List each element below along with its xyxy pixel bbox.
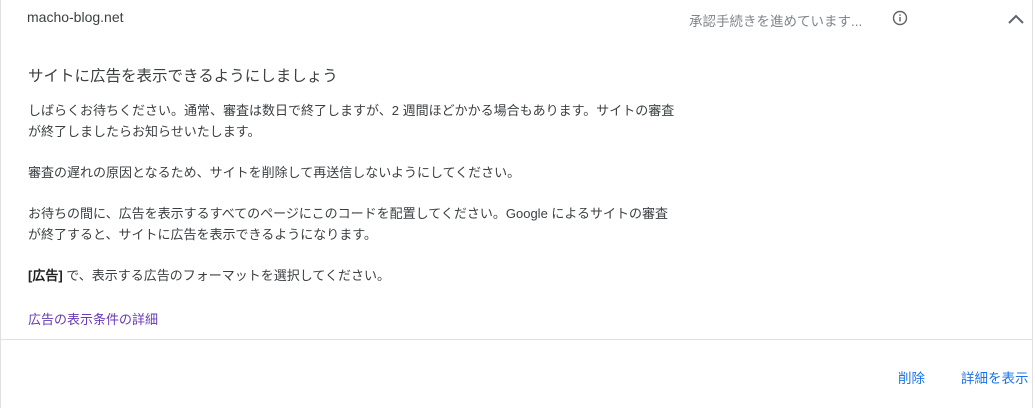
- paragraph-code: お待ちの間に、広告を表示するすべてのページにこのコードを配置してください。Goo…: [28, 206, 669, 242]
- divider: [1, 339, 1032, 340]
- view-details-button[interactable]: 詳細を表示: [961, 367, 1029, 387]
- paragraph-wait: しばらくお待ちください。通常、審査は数日で終了しますが、2 週間ほどかかる場合も…: [28, 103, 675, 139]
- info-icon[interactable]: [892, 10, 908, 26]
- site-name: macho-blog.net: [27, 9, 124, 25]
- site-card: macho-blog.net 承認手続きを進めています... サイトに広告を表示…: [0, 0, 1033, 408]
- ad-conditions-link[interactable]: 広告の表示条件の詳細: [28, 309, 158, 328]
- chevron-up-icon[interactable]: [1004, 8, 1028, 28]
- card-header[interactable]: macho-blog.net 承認手続きを進めています...: [1, 0, 1032, 38]
- paragraph-format-text: で、表示する広告のフォーマットを選択してください。: [62, 268, 390, 283]
- content-heading: サイトに広告を表示できるようにしましょう: [28, 68, 338, 85]
- status-text: 承認手続きを進めています...: [689, 14, 863, 29]
- ads-menu-label: [広告]: [28, 268, 63, 283]
- card-content: サイトに広告を表示できるようにしましょう しばらくお待ちください。通常、審査は数…: [28, 66, 688, 329]
- delete-button[interactable]: 削除: [898, 367, 925, 387]
- paragraph-warning: 審査の遅れの原因となるため、サイトを削除して再送信しないようにしてください。: [28, 165, 521, 180]
- paragraph-format: [広告] で、表示する広告のフォーマットを選択してください。: [28, 265, 678, 286]
